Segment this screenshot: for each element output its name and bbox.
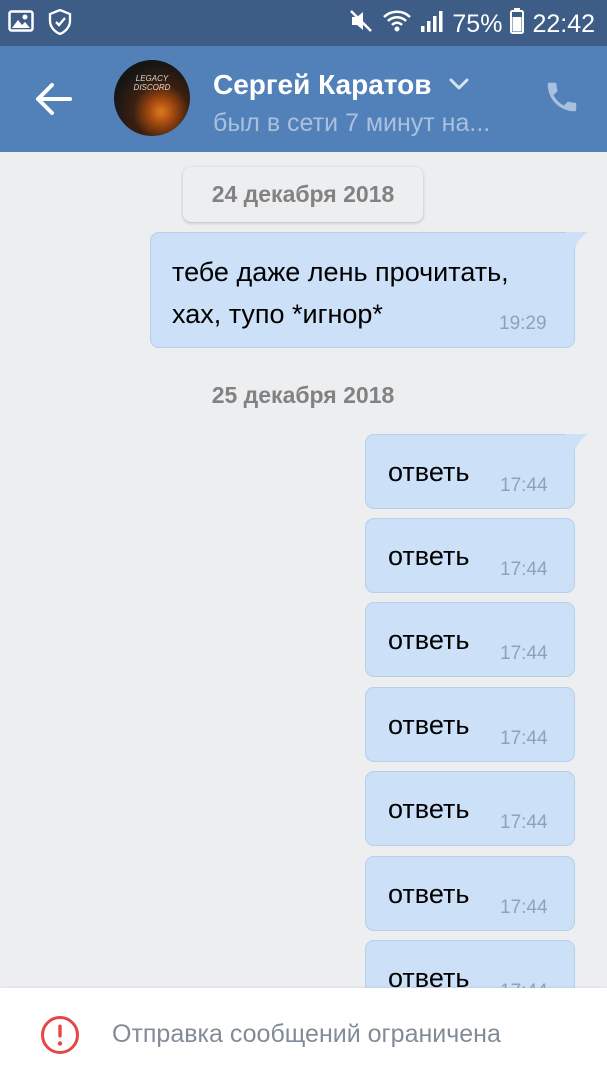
message-bubble[interactable]: ответь 17:44: [365, 771, 575, 846]
message-time: 19:29: [499, 313, 547, 334]
battery-percent: 75%: [452, 9, 503, 38]
message-bubble[interactable]: ответь 17:44: [365, 434, 588, 509]
message-text: ответь: [388, 879, 470, 909]
wifi-icon: [382, 9, 412, 38]
bubble-tail: [566, 232, 588, 248]
phone-icon: [547, 82, 577, 112]
message-time: 17:44: [500, 475, 548, 496]
message-bubble[interactable]: ответь 17:44: [365, 856, 575, 931]
back-arrow-icon: [36, 83, 72, 115]
clock: 22:42: [532, 9, 595, 38]
contact-name[interactable]: Сергей Каратов: [213, 68, 431, 102]
message-time: 17:44: [500, 643, 548, 664]
chevron-down-icon[interactable]: [448, 76, 470, 92]
bubble-tail: [566, 434, 588, 450]
image-icon: [8, 9, 34, 40]
shield-icon: [48, 8, 72, 40]
date-separator: 24 декабря 2018: [183, 167, 423, 222]
call-button[interactable]: [543, 78, 581, 116]
message-time: 17:44: [500, 812, 548, 833]
signal-icon: [420, 9, 444, 38]
message-text: ответь: [388, 794, 470, 824]
battery-icon: [510, 8, 525, 39]
message-time: 17:44: [500, 728, 548, 749]
warning-icon: [41, 1016, 79, 1054]
message-text: тебе даже лень прочитать,: [172, 257, 509, 287]
message-text: ответь: [388, 625, 470, 655]
messaging-restricted-text: Отправка сообщений ограничена: [112, 1020, 501, 1048]
message-text: ответь: [388, 541, 470, 571]
mute-icon: [348, 8, 374, 39]
message-bubble[interactable]: тебе даже лень прочитать, хах, тупо *игн…: [150, 232, 588, 348]
message-text: хах, тупо *игнор*: [172, 299, 383, 329]
messaging-restricted-bar: Отправка сообщений ограничена: [0, 988, 607, 1080]
last-seen-status: был в сети 7 минут на...: [213, 109, 491, 137]
message-time: 17:44: [500, 897, 548, 918]
message-bubble[interactable]: ответь 17:44: [365, 687, 575, 762]
date-separator: 25 декабря 2018: [211, 382, 395, 408]
message-bubble[interactable]: ответь 17:44: [365, 602, 575, 677]
chat-header: LEGACY DISCORD Сергей Каратов был в сети…: [0, 46, 607, 152]
back-button[interactable]: [30, 79, 76, 119]
avatar[interactable]: LEGACY DISCORD: [114, 60, 190, 136]
message-text: ответь: [388, 457, 470, 487]
message-time: 17:44: [500, 559, 548, 580]
message-bubble[interactable]: ответь 17:44: [365, 518, 575, 593]
message-text: ответь: [388, 710, 470, 740]
avatar-logo-text: LEGACY DISCORD: [133, 74, 171, 92]
status-bar: 75% 22:42: [0, 0, 607, 46]
